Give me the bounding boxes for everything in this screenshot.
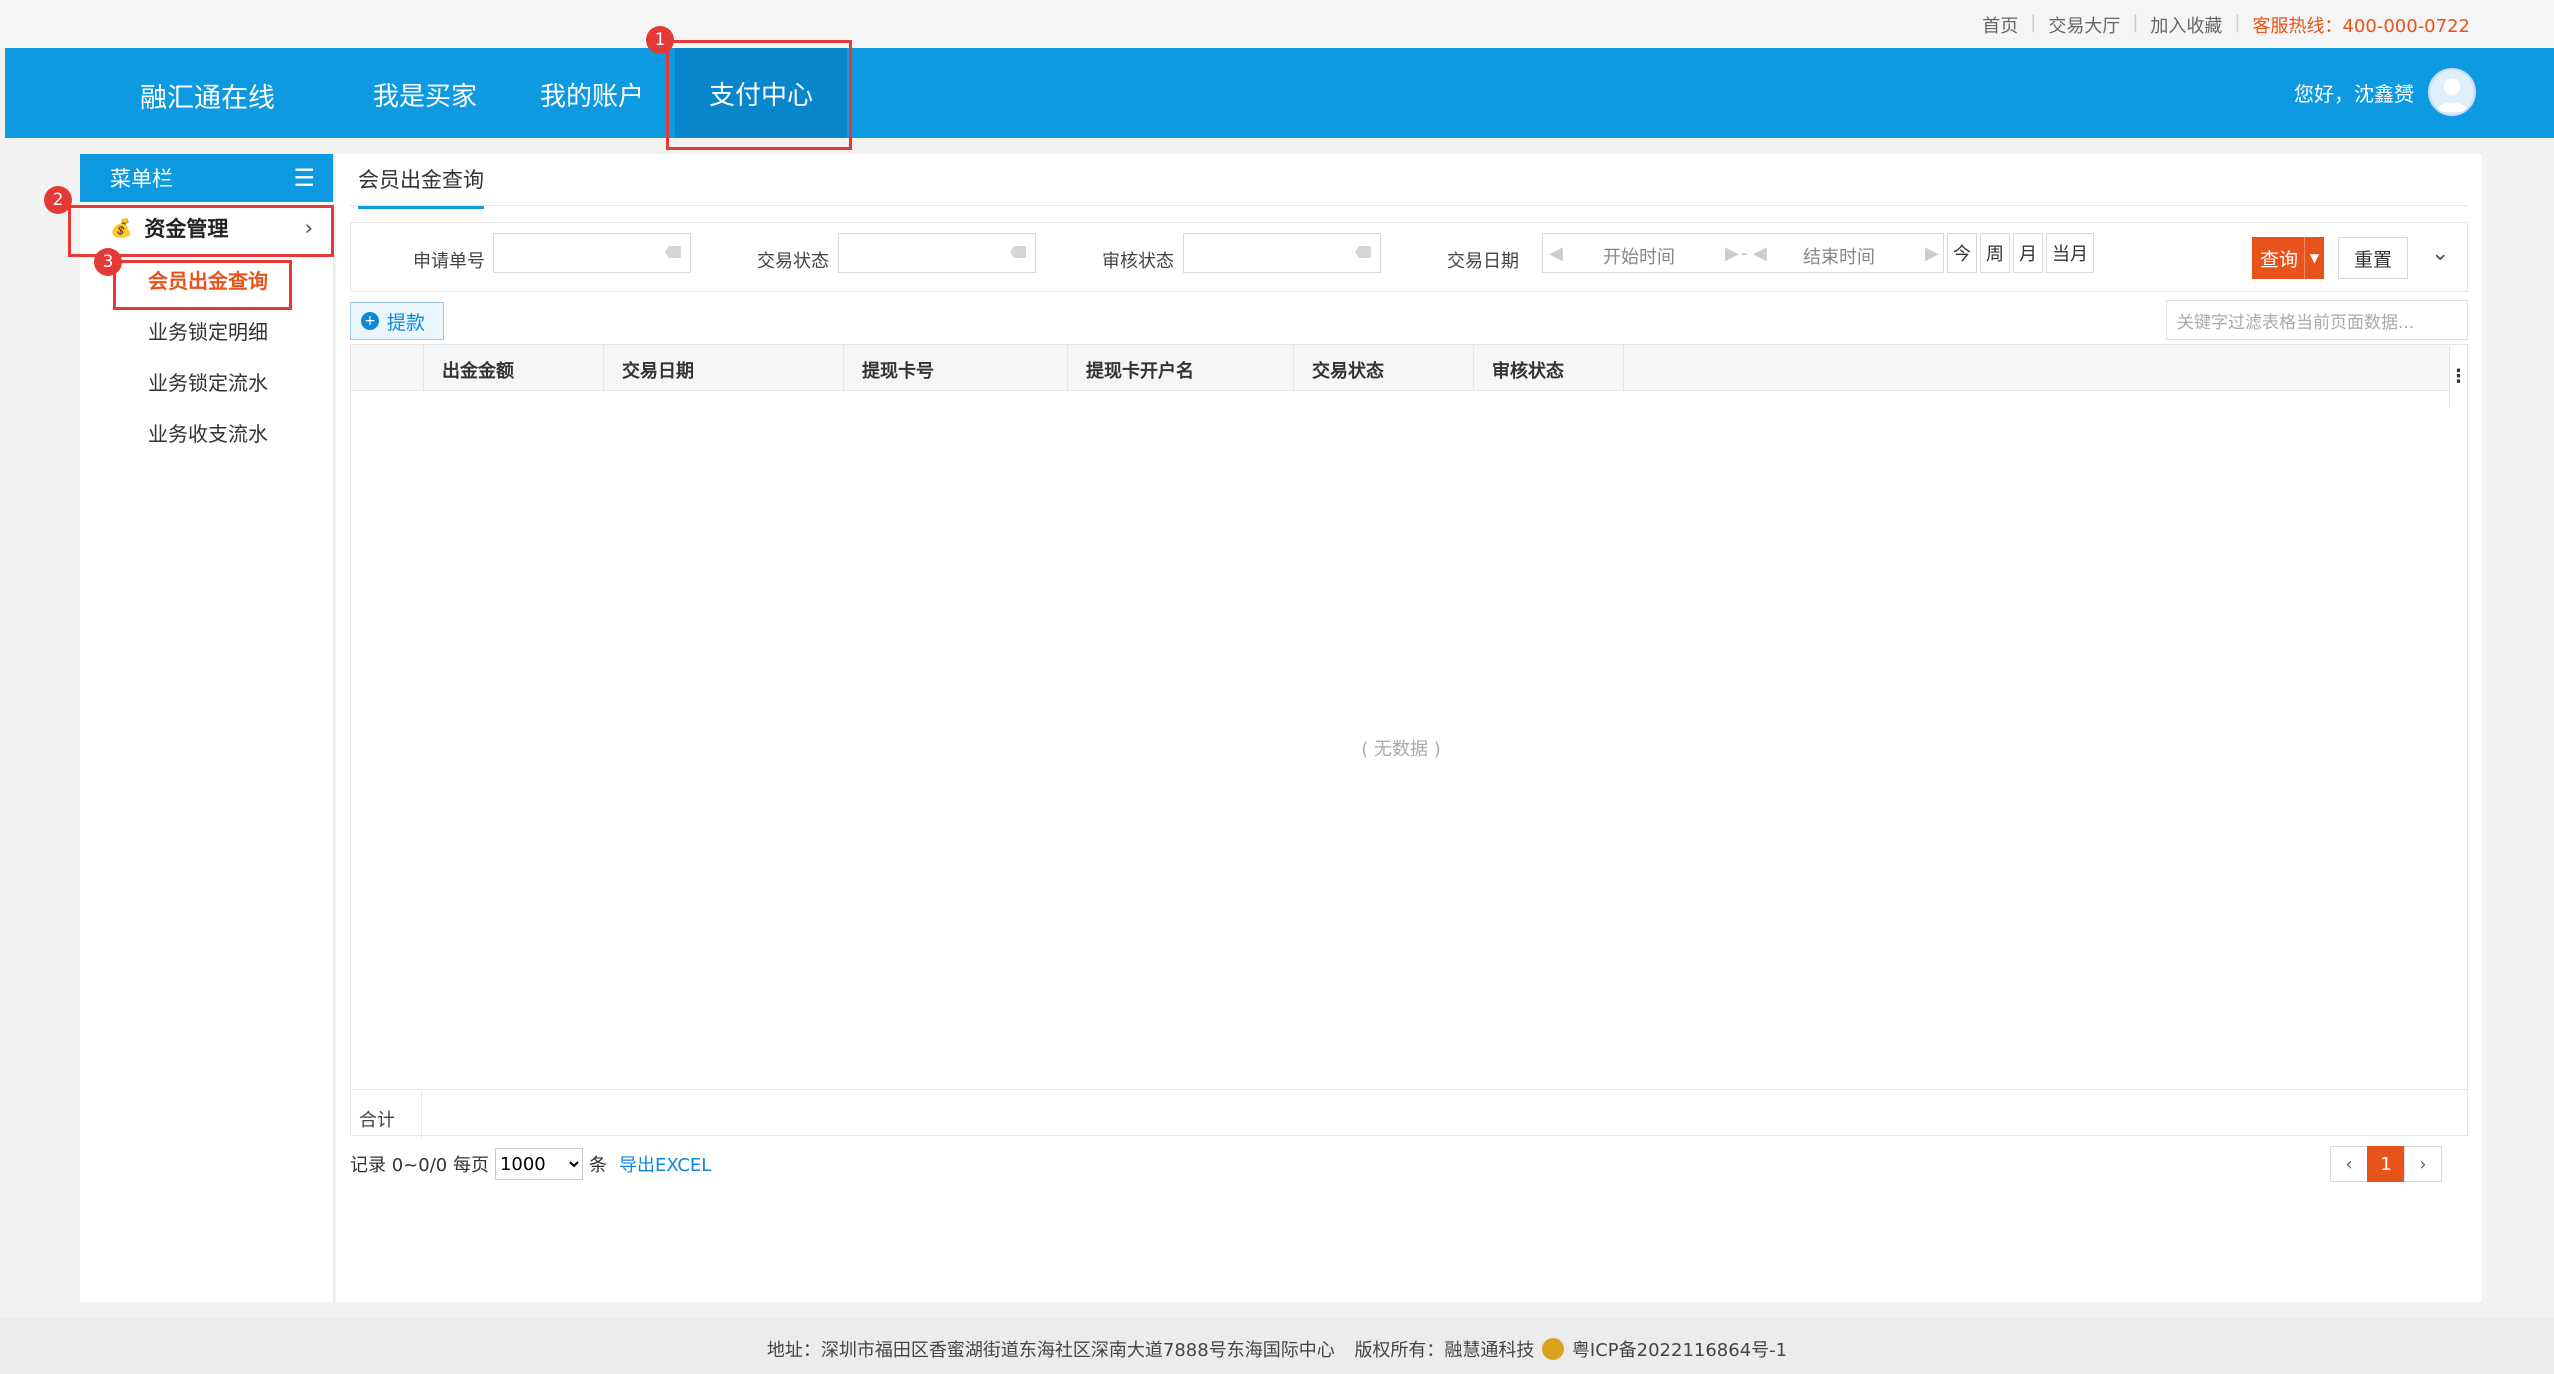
brand-logo[interactable]: 融汇通在线 — [140, 76, 275, 115]
reset-button[interactable]: 重置 — [2338, 237, 2408, 279]
end-date-input[interactable]: 结束时间 — [1803, 243, 1875, 269]
avatar[interactable] — [2428, 68, 2476, 116]
search-form: 申请单号 交易状态 审核状态 交易日期 ◀ 开始时间 ▶ - ◀ 结束时间 ▶ … — [350, 222, 2468, 292]
main-content: 会员出金查询 申请单号 交易状态 审核状态 交易日期 ◀ 开始时间 ▶ - ◀ … — [336, 154, 2482, 1302]
pagination-info: 记录 0~0/0 每页 1000 条 导出EXCEL — [350, 1148, 711, 1180]
user-avatar-icon — [2435, 78, 2469, 113]
page-button[interactable]: 1 — [2367, 1146, 2405, 1182]
footer-icp[interactable]: 粤ICP备2022116864号-1 — [1572, 1340, 1787, 1361]
sidebar-item-income-flow[interactable]: 业务收支流水 — [80, 407, 333, 458]
trade-date-label: 交易日期 — [1447, 251, 1519, 272]
divider: | — [2030, 12, 2037, 33]
highlight-box-pay-center — [666, 40, 852, 150]
total-label: 合计 — [359, 1110, 395, 1131]
footer-copyright: 版权所有：融慧通科技 — [1354, 1340, 1535, 1361]
site-footer: 地址：深圳市福田区香蜜湖街道东海社区深南大道7888号东海国际中心 版权所有：融… — [0, 1318, 2554, 1374]
user-greeting[interactable]: 您好，沈鑫赟 — [2294, 78, 2414, 107]
column-divider — [421, 1090, 422, 1138]
plus-circle-icon: + — [361, 312, 379, 330]
date-range-picker[interactable]: ◀ 开始时间 ▶ - ◀ 结束时间 ▶ — [1542, 233, 1944, 273]
column-divider — [1473, 345, 1474, 391]
week-button[interactable]: 周 — [1980, 233, 2010, 273]
column-divider — [1067, 345, 1068, 391]
add-favorite-link[interactable]: 加入收藏 — [2150, 12, 2222, 38]
filter-input[interactable]: 关键字过滤表格当前页面数据... — [2166, 300, 2468, 340]
trade-hall-link[interactable]: 交易大厅 — [2048, 12, 2120, 38]
tab-withdraw-query[interactable]: 会员出金查询 — [358, 164, 484, 209]
next-icon[interactable]: ▶ — [1925, 243, 1939, 264]
start-date-input[interactable]: 开始时间 — [1603, 243, 1675, 269]
step-badge-2: 2 — [44, 186, 72, 214]
apply-no-input[interactable] — [493, 233, 691, 273]
column-header-card-no[interactable]: 提现卡号 — [862, 357, 934, 383]
prev-page-button[interactable]: ‹ — [2330, 1146, 2368, 1182]
nav-account[interactable]: 我的账户 — [540, 76, 644, 113]
trade-status-select[interactable] — [838, 233, 1036, 273]
sidebar: 菜单栏 ☰ 💰 资金管理 › 会员出金查询 业务锁定明细 业务锁定流水 业务收支… — [80, 154, 334, 1302]
today-button[interactable]: 今 — [1947, 233, 1977, 273]
trade-status-label: 交易状态 — [757, 251, 829, 272]
query-button[interactable]: 查询 ▼ — [2252, 237, 2324, 279]
page-size-unit: 条 — [588, 1155, 607, 1176]
highlight-box-withdraw-query — [113, 260, 292, 310]
column-header-date[interactable]: 交易日期 — [622, 357, 694, 383]
apply-no-label: 申请单号 — [413, 251, 485, 272]
clear-icon — [1010, 246, 1026, 258]
prev-icon[interactable]: ◀ — [1753, 243, 1767, 264]
column-header-audit-status[interactable]: 审核状态 — [1492, 357, 1564, 383]
divider: | — [2132, 12, 2139, 33]
record-count: 记录 0~0/0 每页 — [350, 1155, 489, 1176]
table-header: 出金金额 交易日期 提现卡号 提现卡开户名 交易状态 审核状态 — [351, 345, 2451, 391]
next-page-button[interactable]: › — [2404, 1146, 2442, 1182]
police-emblem-icon — [1542, 1338, 1565, 1360]
month-button[interactable]: 月 — [2013, 233, 2043, 273]
column-menu-icon[interactable]: ⋮ — [2449, 345, 2468, 407]
column-divider — [1623, 345, 1624, 391]
expand-chevron-icon[interactable]: ⌄ — [2431, 241, 2449, 266]
prev-icon[interactable]: ◀ — [1549, 243, 1563, 264]
main-nav: 融汇通在线 我是买家 我的账户 支付中心 您好，沈鑫赟 — [5, 48, 2554, 138]
withdraw-label: 提款 — [387, 311, 426, 334]
date-separator: - — [1741, 243, 1748, 264]
withdraw-button[interactable]: + 提款 — [350, 302, 444, 340]
current-month-button[interactable]: 当月 — [2046, 233, 2094, 273]
column-divider — [1293, 345, 1294, 391]
hotline-text: 客服热线：400-000-0722 — [2252, 16, 2470, 37]
audit-status-select[interactable] — [1183, 233, 1381, 273]
sidebar-item-lock-detail[interactable]: 业务锁定明细 — [80, 305, 333, 356]
page-size-select[interactable]: 1000 — [494, 1148, 583, 1180]
home-link[interactable]: 首页 — [1982, 12, 2018, 38]
dropdown-caret-icon[interactable]: ▼ — [2304, 237, 2324, 279]
chevron-left-icon: ‹ — [2345, 1153, 2353, 1175]
step-badge-1: 1 — [646, 26, 674, 54]
column-header-amount[interactable]: 出金金额 — [442, 357, 514, 383]
data-table: 出金金额 交易日期 提现卡号 提现卡开户名 交易状态 审核状态 ⋮ ( 无数据 … — [350, 344, 2469, 1138]
query-label: 查询 — [2260, 248, 2299, 271]
tab-bar: 会员出金查询 — [350, 154, 2468, 209]
table-footer: 合计 — [351, 1089, 2469, 1138]
sidebar-item-lock-flow[interactable]: 业务锁定流水 — [80, 356, 333, 407]
clear-icon — [665, 246, 681, 258]
column-header-card-holder[interactable]: 提现卡开户名 — [1086, 357, 1194, 383]
column-header-trade-status[interactable]: 交易状态 — [1312, 357, 1384, 383]
divider: | — [2234, 12, 2241, 33]
top-utility-bar: 首页 | 交易大厅 | 加入收藏 | 客服热线：400-000-0722 — [0, 0, 2554, 48]
chevron-right-icon: › — [2419, 1153, 2427, 1175]
audit-status-label: 审核状态 — [1102, 251, 1174, 272]
top-links: 首页 | 交易大厅 | 加入收藏 | 客服热线：400-000-0722 — [1982, 12, 2470, 38]
footer-address: 地址：深圳市福田区香蜜湖街道东海社区深南大道7888号东海国际中心 — [766, 1340, 1335, 1361]
column-divider — [603, 345, 604, 391]
empty-state: ( 无数据 ) — [1361, 739, 1441, 760]
step-badge-3: 3 — [94, 248, 122, 276]
sidebar-title: 菜单栏 — [110, 167, 173, 191]
nav-buyer[interactable]: 我是买家 — [373, 76, 477, 113]
sidebar-header: 菜单栏 ☰ — [80, 154, 333, 202]
export-excel-link[interactable]: 导出EXCEL — [619, 1151, 711, 1177]
column-divider — [843, 345, 844, 391]
next-icon[interactable]: ▶ — [1725, 243, 1739, 264]
column-divider — [423, 345, 424, 391]
menu-icon[interactable]: ☰ — [293, 164, 315, 192]
clear-icon — [1355, 246, 1371, 258]
